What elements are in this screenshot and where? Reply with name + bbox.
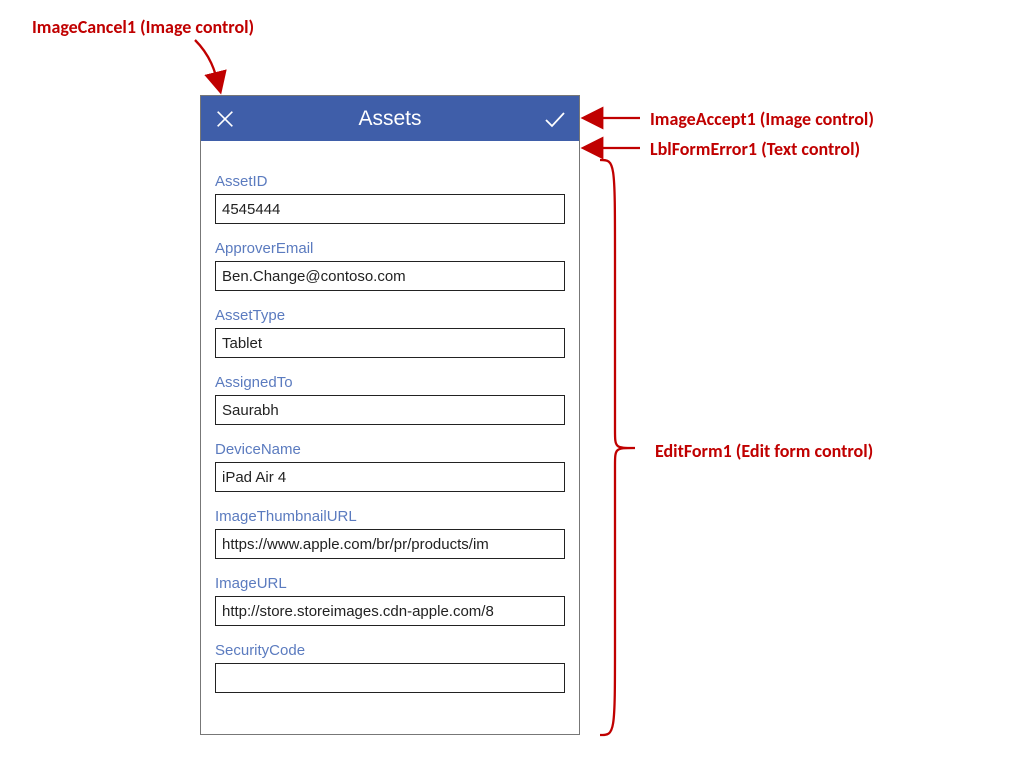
- annotation-accept-label: ImageAccept1 (Image control): [650, 108, 874, 130]
- asset-id-input[interactable]: [215, 194, 565, 224]
- thumb-url-input[interactable]: [215, 529, 565, 559]
- field-label: AssignedTo: [215, 374, 565, 391]
- field-device-name: DeviceName: [215, 441, 565, 492]
- field-security-code: SecurityCode: [215, 642, 565, 693]
- field-label: ImageURL: [215, 575, 565, 592]
- field-asset-id: AssetID: [215, 173, 565, 224]
- device-name-input[interactable]: [215, 462, 565, 492]
- annotation-form-label: EditForm1 (Edit form control): [655, 440, 873, 462]
- field-label: AssetType: [215, 307, 565, 324]
- assigned-to-input[interactable]: [215, 395, 565, 425]
- field-label: DeviceName: [215, 441, 565, 458]
- app-frame: Assets AssetID ApproverEmail AssetType A…: [200, 95, 580, 735]
- form-error-label: [215, 147, 565, 157]
- field-approver-email: ApproverEmail: [215, 240, 565, 291]
- image-url-input[interactable]: [215, 596, 565, 626]
- field-image-url: ImageURL: [215, 575, 565, 626]
- field-asset-type: AssetType: [215, 307, 565, 358]
- cancel-icon[interactable]: [211, 105, 239, 133]
- app-header: Assets: [201, 96, 579, 141]
- security-code-input[interactable]: [215, 663, 565, 693]
- annotation-cancel-label: ImageCancel1 (Image control): [32, 16, 254, 38]
- approver-email-input[interactable]: [215, 261, 565, 291]
- field-assigned-to: AssignedTo: [215, 374, 565, 425]
- edit-form: AssetID ApproverEmail AssetType Assigned…: [201, 141, 579, 693]
- page-title: Assets: [239, 107, 541, 131]
- annotation-error-label: LblFormError1 (Text control): [650, 138, 860, 160]
- field-label: SecurityCode: [215, 642, 565, 659]
- field-thumb-url: ImageThumbnailURL: [215, 508, 565, 559]
- field-label: ImageThumbnailURL: [215, 508, 565, 525]
- accept-icon[interactable]: [541, 105, 569, 133]
- asset-type-input[interactable]: [215, 328, 565, 358]
- field-label: AssetID: [215, 173, 565, 190]
- field-label: ApproverEmail: [215, 240, 565, 257]
